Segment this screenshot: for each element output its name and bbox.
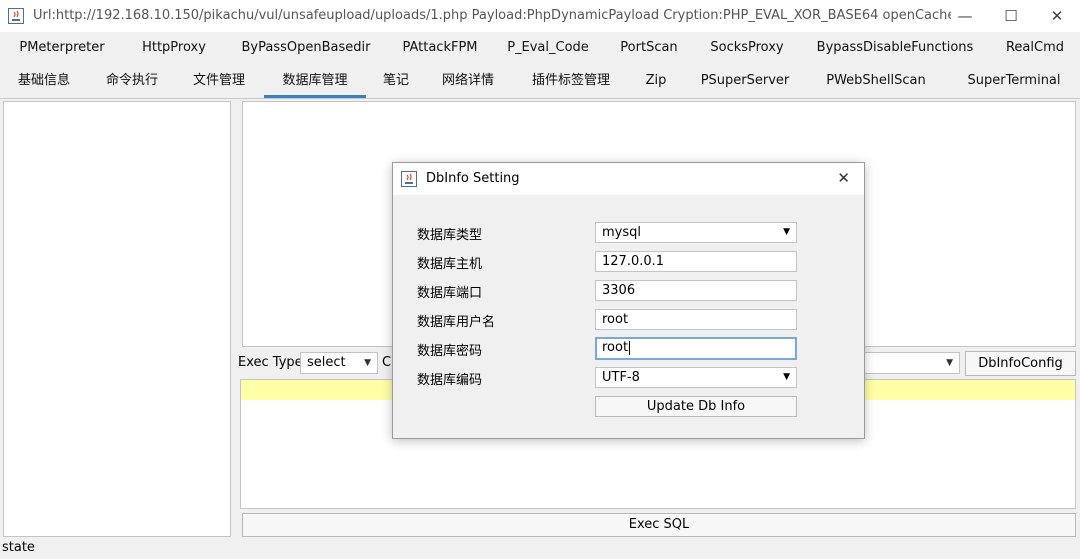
tab-file-manager[interactable]: 文件管理 — [183, 65, 255, 98]
chevron-down-icon: ▼ — [364, 358, 371, 368]
charset-select[interactable]: ▼ — [862, 352, 960, 374]
plugin-tab-row: PMeterpreter HttpProxy ByPassOpenBasedir… — [0, 32, 1080, 65]
main-tab-row: 基础信息 命令执行 文件管理 数据库管理 笔记 网络详情 插件标签管理 Zip … — [0, 65, 1080, 98]
dialog-title: DbInfo Setting — [426, 171, 520, 186]
window-title: Url:http://192.168.10.150/pikachu/vul/un… — [33, 8, 951, 23]
tab-httpproxy[interactable]: HttpProxy — [128, 32, 220, 65]
dbinfo-setting-dialog: DbInfo Setting ✕ 数据库类型 mysql ▼ 数据库主机 127… — [392, 162, 865, 439]
tab-network-details[interactable]: 网络详情 — [432, 65, 504, 98]
tab-database-manager[interactable]: 数据库管理 — [264, 65, 366, 98]
chevron-down-icon: ▼ — [783, 227, 790, 237]
db-host-label: 数据库主机 — [417, 257, 483, 272]
db-type-select[interactable]: mysql ▼ — [595, 222, 797, 243]
db-type-label: 数据库类型 — [417, 228, 483, 243]
window-titlebar: Url:http://192.168.10.150/pikachu/vul/un… — [0, 0, 1080, 32]
tab-pmeterpreter[interactable]: PMeterpreter — [12, 32, 112, 65]
chevron-down-icon: ▼ — [946, 358, 953, 368]
tab-bypassopenbasedir[interactable]: ByPassOpenBasedir — [236, 32, 376, 65]
chevron-down-icon: ▼ — [783, 372, 790, 382]
db-port-label: 数据库端口 — [417, 286, 483, 301]
minimize-button[interactable]: — — [945, 4, 985, 28]
tab-zip[interactable]: Zip — [636, 65, 676, 98]
tab-command-exec[interactable]: 命令执行 — [96, 65, 168, 98]
exec-type-value: select — [307, 355, 346, 370]
tab-p-eval-code[interactable]: P_Eval_Code — [502, 32, 594, 65]
dialog-close-button[interactable]: ✕ — [837, 169, 850, 187]
tab-pwebshellscan[interactable]: PWebShellScan — [820, 65, 932, 98]
tab-socksproxy[interactable]: SocksProxy — [704, 32, 790, 65]
java-app-icon — [8, 8, 24, 24]
tab-divider — [0, 98, 1080, 99]
c-label: C — [382, 355, 392, 370]
exec-type-select[interactable]: select ▼ — [300, 352, 378, 374]
exec-sql-button[interactable]: Exec SQL — [242, 513, 1076, 537]
db-password-label: 数据库密码 — [417, 344, 483, 359]
exec-type-label: Exec Type — [238, 355, 303, 370]
db-port-field[interactable]: 3306 — [595, 280, 797, 301]
tab-pattackfpm[interactable]: PAttackFPM — [392, 32, 488, 65]
db-username-label: 数据库用户名 — [417, 315, 496, 330]
tab-superterminal[interactable]: SuperTerminal — [960, 65, 1068, 98]
status-text: state — [2, 540, 35, 555]
db-charset-label: 数据库编码 — [417, 373, 483, 388]
tab-plugin-tag-manager[interactable]: 插件标签管理 — [522, 65, 620, 98]
tab-bypassdisablefunctions[interactable]: BypassDisableFunctions — [814, 32, 976, 65]
db-password-value: root — [602, 340, 629, 355]
db-charset-value: UTF-8 — [602, 370, 640, 385]
dialog-titlebar: DbInfo Setting ✕ — [393, 163, 864, 195]
database-tree-panel[interactable] — [3, 101, 231, 537]
tab-psuperserver[interactable]: PSuperServer — [696, 65, 794, 98]
db-username-field[interactable]: root — [595, 309, 797, 330]
text-caret — [629, 340, 631, 355]
maximize-button[interactable]: ☐ — [991, 4, 1031, 28]
db-charset-select[interactable]: UTF-8 ▼ — [595, 367, 797, 388]
tab-portscan[interactable]: PortScan — [612, 32, 686, 65]
db-password-field[interactable]: root — [595, 337, 797, 360]
tab-notes[interactable]: 笔记 — [376, 65, 416, 98]
update-db-info-button[interactable]: Update Db Info — [595, 396, 797, 417]
tab-basic-info[interactable]: 基础信息 — [8, 65, 80, 98]
close-button[interactable]: ✕ — [1037, 4, 1077, 28]
db-type-value: mysql — [602, 225, 641, 240]
dbinfo-config-button[interactable]: DbInfoConfig — [965, 351, 1076, 376]
tab-realcmd[interactable]: RealCmd — [996, 32, 1074, 65]
java-app-icon — [401, 171, 417, 187]
db-host-field[interactable]: 127.0.0.1 — [595, 251, 797, 272]
